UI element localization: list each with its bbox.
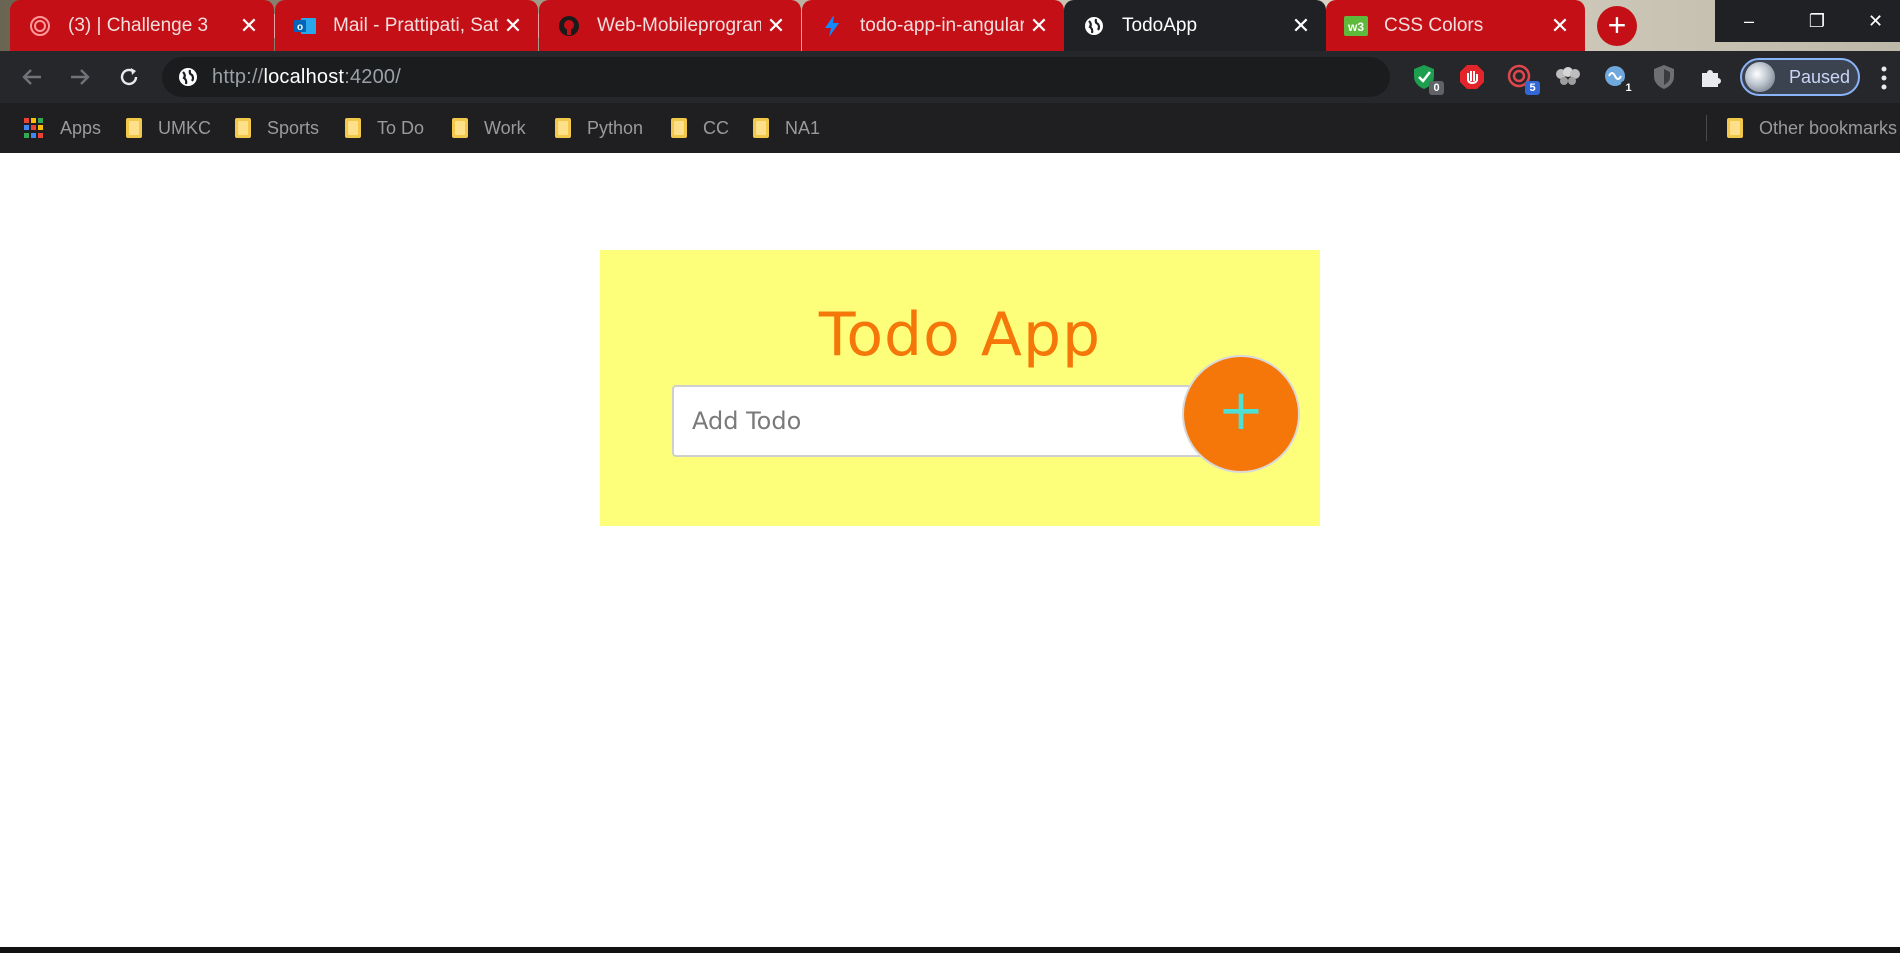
- spiral-logo-icon: [28, 14, 52, 38]
- folder-icon: [235, 118, 251, 138]
- tab-label: Mail - Prattipati, Satya: [333, 14, 498, 36]
- more-menu-icon[interactable]: [1880, 65, 1888, 91]
- bookmarks-bar: Apps UMKC Sports To Do Work Python CC NA…: [0, 103, 1900, 153]
- close-tab-icon[interactable]: ✕: [1286, 13, 1316, 39]
- tab-css-colors[interactable]: w3 CSS Colors ✕: [1326, 0, 1585, 51]
- tab-strip: (3) | Challenge 3 ✕ o Mail - Prattipati,…: [0, 0, 1900, 51]
- svg-text:w3: w3: [1347, 20, 1364, 34]
- minimize-button[interactable]: –: [1715, 0, 1783, 42]
- bookmark-label: To Do: [377, 117, 425, 138]
- tab-label: Web-Mobileprogramming: [597, 14, 761, 36]
- globe-icon: [1082, 14, 1106, 38]
- taskbar-edge: [0, 947, 1900, 953]
- todo-card: Todo App +: [600, 250, 1320, 526]
- bookmark-label: Python: [587, 117, 644, 138]
- extension-badge: 0: [1429, 81, 1444, 95]
- page-viewport: Todo App +: [0, 153, 1900, 947]
- new-tab-button[interactable]: +: [1597, 6, 1637, 46]
- browser-toolbar: http://localhost:4200/ 0 5 1 Paused: [0, 51, 1900, 103]
- bookmark-label: NA1: [785, 117, 821, 138]
- reload-button[interactable]: [113, 61, 145, 93]
- forward-button[interactable]: [64, 61, 96, 93]
- tab-label: todo-app-in-angular: [860, 14, 1024, 36]
- profile-status: Paused: [1789, 66, 1851, 87]
- folder-icon: [555, 118, 571, 138]
- adblock-hand-extension-icon[interactable]: [1458, 63, 1486, 91]
- apps-grid-icon: [24, 118, 44, 138]
- bookmark-folder[interactable]: Sports: [235, 115, 319, 141]
- tampermonkey-extension-icon[interactable]: [1554, 63, 1582, 91]
- tab-label: (3) | Challenge 3: [68, 14, 209, 36]
- github-icon: [557, 14, 581, 38]
- close-tab-icon[interactable]: ✕: [498, 13, 528, 39]
- bookmark-label: Sports: [267, 117, 320, 138]
- folder-icon: [671, 118, 687, 138]
- brain-extension-icon[interactable]: 1: [1602, 63, 1636, 95]
- tab-github[interactable]: Web-Mobileprogramming ✕: [539, 0, 801, 51]
- restore-button[interactable]: ❐: [1783, 0, 1851, 42]
- shield-extension-icon[interactable]: [1650, 63, 1678, 91]
- bookmark-folder[interactable]: CC: [671, 115, 729, 141]
- back-button[interactable]: [16, 61, 48, 93]
- bookmark-apps[interactable]: Apps: [24, 115, 101, 141]
- add-todo-input[interactable]: [672, 385, 1212, 457]
- folder-icon: [753, 118, 769, 138]
- bookmark-folder[interactable]: Work: [452, 115, 526, 141]
- w3-icon: w3: [1344, 14, 1368, 38]
- url-text: http://localhost:4200/: [212, 65, 401, 88]
- bookmark-label: Apps: [60, 117, 102, 138]
- close-tab-icon[interactable]: ✕: [1545, 13, 1575, 39]
- close-window-button[interactable]: ✕: [1851, 0, 1900, 42]
- bookmark-folder[interactable]: Python: [555, 115, 643, 141]
- arrow-left-icon: [22, 69, 41, 85]
- close-tab-icon[interactable]: ✕: [1024, 13, 1054, 39]
- tab-label: TodoApp: [1122, 14, 1198, 36]
- lightning-icon: [820, 14, 844, 38]
- reload-icon: [120, 68, 138, 86]
- bookmark-label: UMKC: [158, 117, 211, 138]
- bookmark-folder[interactable]: To Do: [345, 115, 424, 141]
- close-tab-icon[interactable]: ✕: [761, 13, 791, 39]
- folder-icon: [345, 118, 361, 138]
- add-todo-button[interactable]: +: [1182, 355, 1300, 473]
- bookmarks-separator: [1706, 115, 1707, 141]
- bookmark-label: CC: [703, 117, 729, 138]
- shield-check-extension-icon[interactable]: 0: [1410, 63, 1444, 95]
- arrow-right-icon: [71, 69, 90, 85]
- other-bookmarks[interactable]: Other bookmarks: [1727, 115, 1897, 141]
- svg-text:o: o: [297, 22, 303, 33]
- tab-stackblitz[interactable]: todo-app-in-angular ✕: [802, 0, 1064, 51]
- bookmark-label: Other bookmarks: [1759, 117, 1898, 138]
- folder-icon: [126, 118, 142, 138]
- address-bar[interactable]: http://localhost:4200/: [162, 57, 1390, 97]
- page-title: Todo App: [818, 300, 1102, 370]
- spiral-extension-icon[interactable]: 5: [1506, 63, 1540, 95]
- folder-icon: [1727, 118, 1743, 138]
- bookmark-folder[interactable]: NA1: [753, 115, 820, 141]
- tab-label: CSS Colors: [1384, 14, 1484, 36]
- bookmark-folder[interactable]: UMKC: [126, 115, 211, 141]
- close-tab-icon[interactable]: ✕: [234, 13, 264, 39]
- plus-icon: +: [1217, 378, 1265, 443]
- bookmark-label: Work: [484, 117, 526, 138]
- tab-mail[interactable]: o Mail - Prattipati, Satya ✕: [275, 0, 538, 51]
- folder-icon: [452, 118, 468, 138]
- avatar: [1745, 62, 1775, 92]
- outlook-icon: o: [293, 14, 317, 38]
- site-info-icon[interactable]: [176, 65, 200, 89]
- profile-button[interactable]: Paused: [1740, 58, 1860, 96]
- puzzle-extensions-icon[interactable]: [1697, 63, 1725, 91]
- extension-badge: 5: [1525, 81, 1540, 95]
- tab-challenge[interactable]: (3) | Challenge 3 ✕: [10, 0, 274, 51]
- tab-todoapp[interactable]: TodoApp ✕: [1064, 0, 1326, 51]
- extension-badge: 1: [1621, 81, 1636, 95]
